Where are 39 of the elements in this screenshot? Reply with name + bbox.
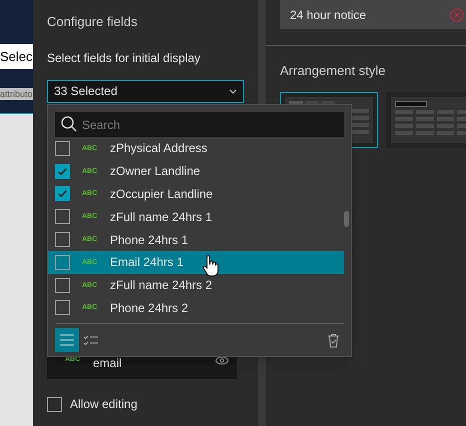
field-option-label: zOwner Landline (110, 163, 200, 180)
checkbox[interactable] (47, 396, 62, 412)
checkbox[interactable] (55, 209, 70, 224)
scrollbar-thumb[interactable] (344, 211, 349, 227)
notice-text: 24 hour notice (290, 6, 366, 24)
text-field[interactable]: Selec (0, 44, 33, 69)
field-option-label: zPhysical Address (110, 140, 208, 158)
field-option-label: Phone 24hrs 2 (110, 300, 188, 317)
toolbar: attributo (0, 88, 33, 100)
field-label: Select fields for initial display (47, 50, 202, 66)
checkbox[interactable] (55, 300, 70, 316)
field-option-label: Email 24hrs 1 (110, 254, 184, 272)
field-option-label: zOccupier Landline (110, 186, 213, 203)
checkmark-icon (57, 188, 68, 200)
checkbox[interactable] (55, 140, 70, 156)
eye-icon[interactable] (215, 356, 229, 365)
checkmark-icon (57, 166, 68, 177)
checkbox[interactable] (55, 254, 70, 270)
field-option-label: zFull name 24hrs 2 (110, 277, 212, 294)
checklist-icon (83, 334, 99, 346)
section-title: Arrangement style (280, 62, 386, 80)
field-option-label: Phone 24hrs 1 (110, 232, 188, 249)
checkbox[interactable] (55, 186, 70, 202)
field-option-label: zFull name 24hrs 1 (110, 208, 212, 226)
chevron-down-icon (229, 88, 237, 94)
checkbox[interactable] (55, 232, 70, 248)
search-icon (61, 116, 77, 132)
trash-icon[interactable] (327, 332, 340, 348)
checkbox-label: Allow editing (70, 396, 138, 413)
checkbox[interactable] (55, 164, 70, 179)
hand-cursor-icon (202, 255, 219, 277)
field-name: email (93, 356, 123, 370)
arrangement-style-option[interactable] (386, 92, 466, 148)
list-view-button[interactable] (55, 328, 79, 352)
checkbox[interactable] (55, 278, 70, 293)
fields-dropdown[interactable]: 33 Selected (47, 80, 244, 102)
menu-icon (59, 333, 75, 347)
panel-title: Configure fields (47, 13, 138, 31)
search-field[interactable]: Search (55, 112, 344, 137)
